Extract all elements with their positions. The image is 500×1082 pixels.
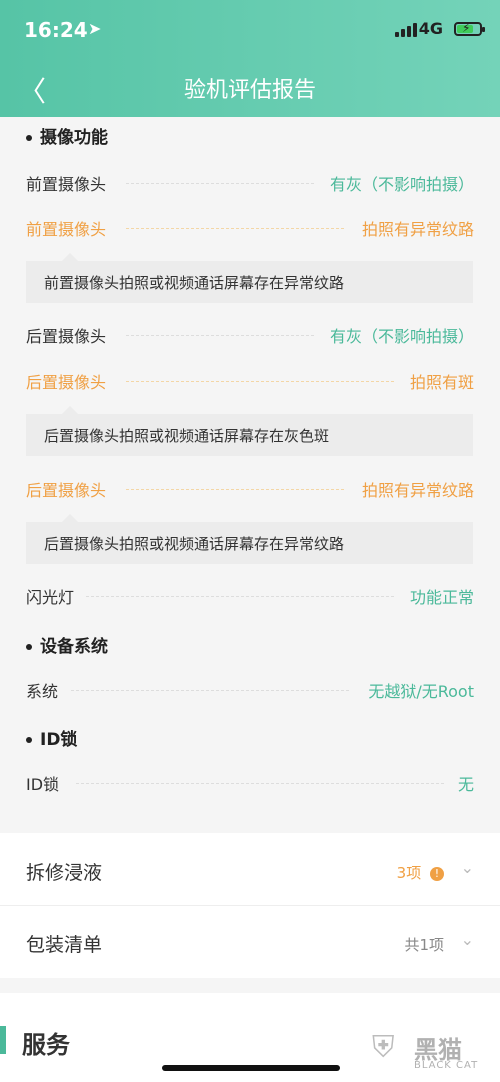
repair-water-label: 拆修浸液 <box>26 862 103 884</box>
row-label: 后置摄像头 <box>26 327 107 346</box>
flash-row: 闪光灯 功能正常 <box>26 584 474 610</box>
front-camera-pattern-note: 前置摄像头拍照或视频通话屏幕存在异常纹路 <box>26 253 473 303</box>
row-label: 闪光灯 <box>26 588 75 607</box>
row-value: 拍照有异常纹路 <box>361 481 474 500</box>
row-value: 功能正常 <box>409 588 474 607</box>
packing-list-row[interactable]: 包装清单 共1项 ⌄ <box>26 930 474 960</box>
header: 16:24 ➤ 4G ⚡ 〈 验机评估报告 <box>0 0 500 117</box>
section-accent-bar <box>0 1026 6 1054</box>
rear-camera-spot-row: 后置摄像头 拍照有斑 <box>26 369 474 395</box>
battery-icon: ⚡ <box>454 21 485 36</box>
section-title-camera: 摄像功能 <box>26 123 108 148</box>
bullet-icon <box>26 737 32 743</box>
row-value: 有灰（不影响拍摄） <box>329 175 474 194</box>
row-label: 后置摄像头 <box>26 373 107 392</box>
status-bar: 16:24 ➤ 4G ⚡ <box>0 0 500 60</box>
row-value: 拍照有异常纹路 <box>361 220 474 239</box>
service-title: 服务 <box>22 1031 70 1059</box>
front-camera-dust-row: 前置摄像头 有灰（不影响拍摄） <box>26 171 474 197</box>
cat-shield-icon: ⛨ <box>372 1030 395 1065</box>
alert-icon: ! <box>430 866 444 881</box>
rear-camera-spot-note: 后置摄像头拍照或视频通话屏幕存在灰色斑 <box>26 406 473 456</box>
evaluation-content: 摄像功能 前置摄像头 有灰（不影响拍摄） 前置摄像头 拍照有异常纹路 前置摄像头… <box>0 117 500 833</box>
section-title-idlock: ID锁 <box>26 725 77 750</box>
row-label: ID锁 <box>26 775 60 794</box>
network-type: 4G <box>418 19 443 38</box>
bullet-icon <box>26 135 32 141</box>
row-value: 拍照有斑 <box>409 373 474 392</box>
row-label: 系统 <box>26 682 59 701</box>
row-value: 无越狱/无Root <box>368 682 474 701</box>
signal-icon <box>395 21 417 37</box>
home-indicator <box>162 1065 340 1071</box>
row-label: 前置摄像头 <box>26 220 107 239</box>
rear-camera-pattern-row: 后置摄像头 拍照有异常纹路 <box>26 477 474 503</box>
page-title: 验机评估报告 <box>183 78 316 103</box>
packing-count: 共1项 <box>404 936 444 954</box>
row-value: 有灰（不影响拍摄） <box>329 327 474 346</box>
chevron-down-icon[interactable]: ⌄ <box>461 930 474 949</box>
status-time: 16:24 <box>24 18 88 42</box>
section-title-system: 设备系统 <box>26 632 108 657</box>
navigation-bar: 〈 验机评估报告 <box>0 60 500 117</box>
rear-camera-pattern-note: 后置摄像头拍照或视频通话屏幕存在异常纹路 <box>26 514 473 564</box>
blackcat-watermark: ⛨ 黑猫 BLACK CAT <box>372 1030 479 1071</box>
rear-camera-dust-row: 后置摄像头 有灰（不影响拍摄） <box>26 323 474 349</box>
row-label: 前置摄像头 <box>26 175 107 194</box>
location-arrow-icon: ➤ <box>88 19 102 38</box>
detail-panels: 拆修浸液 3项 ! ⌄ 包装清单 共1项 ⌄ <box>0 833 500 978</box>
packing-list-label: 包装清单 <box>26 934 103 956</box>
row-label: 后置摄像头 <box>26 481 107 500</box>
row-value: 无 <box>457 775 474 794</box>
idlock-row: ID锁 无 <box>26 771 474 797</box>
system-row: 系统 无越狱/无Root <box>26 678 474 704</box>
front-camera-pattern-row: 前置摄像头 拍照有异常纹路 <box>26 216 474 242</box>
repair-count: 3项 ! <box>397 862 444 883</box>
repair-water-row[interactable]: 拆修浸液 3项 ! ⌄ <box>26 858 474 888</box>
chevron-down-icon[interactable]: ⌄ <box>461 858 474 877</box>
bullet-icon <box>26 644 32 650</box>
